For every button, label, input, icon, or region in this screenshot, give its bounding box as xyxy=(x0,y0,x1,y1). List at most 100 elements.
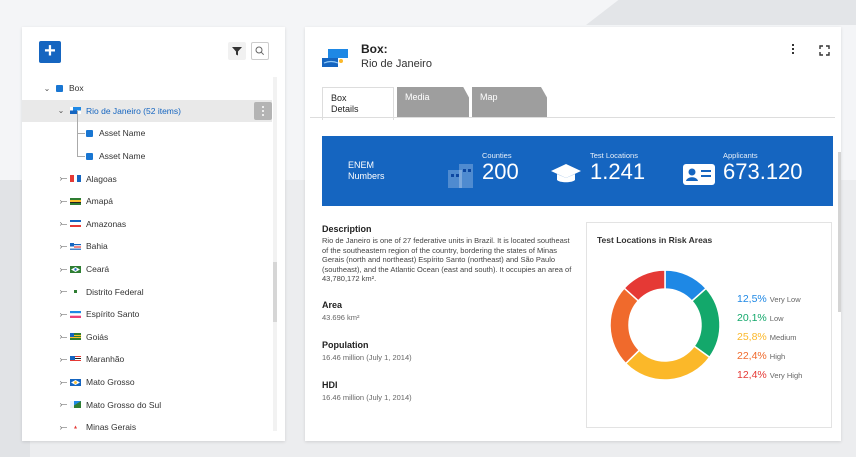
tree-connector xyxy=(62,404,67,406)
enem-heading: ENEM Numbers xyxy=(348,160,385,182)
rio-flag-icon xyxy=(322,49,348,67)
amapa-flag-icon xyxy=(70,197,81,205)
stat-value: 200 xyxy=(482,159,519,184)
tree-item-selected[interactable]: ⌄ Rio de Janeiro (52 items) xyxy=(22,99,272,123)
tree-item[interactable]: Asset Name xyxy=(22,111,272,145)
area-heading: Area xyxy=(322,300,343,310)
tree-item-label: Mato Grosso xyxy=(86,377,135,388)
tree-connector xyxy=(77,133,85,135)
stat-label: Counties xyxy=(482,151,512,160)
description-heading: Description xyxy=(322,224,372,234)
tab-media[interactable]: Media xyxy=(397,87,469,117)
tree-item[interactable]: › Distrito Federal xyxy=(22,280,272,303)
tree-connector xyxy=(77,155,85,157)
tree-connector xyxy=(62,313,67,315)
background-corner xyxy=(586,0,856,25)
chevron-down-icon[interactable]: ⌄ xyxy=(42,84,52,93)
legend-label: Very Low xyxy=(769,295,801,304)
tree-item[interactable]: › Mato Grosso xyxy=(22,371,272,394)
tree-panel: + ⌄ Box ⌄ Rio de Janeiro (52 items) Asset Na… xyxy=(22,27,285,441)
tree-item[interactable]: › Goiás xyxy=(22,326,272,349)
maranhao-flag-icon xyxy=(70,355,81,363)
tree-connector xyxy=(62,359,67,361)
tree-item-label: Espírito Santo xyxy=(86,309,140,320)
legend-item: 12,4% Very High xyxy=(737,369,802,381)
tree-connector xyxy=(62,336,67,338)
tree-item-label: Asset Name xyxy=(99,151,146,162)
tree-item[interactable]: › Maranhão xyxy=(22,348,272,371)
filter-icon xyxy=(232,47,242,56)
tree-item[interactable]: › Amapá xyxy=(22,190,272,213)
tree-item-label: Amapá xyxy=(86,196,113,207)
add-button[interactable]: + xyxy=(39,41,61,63)
tree-item[interactable]: › Espírito Santo xyxy=(22,303,272,326)
tree-item-label: Goiás xyxy=(86,331,109,342)
box-icon xyxy=(86,152,93,160)
tree-item-label: Rio de Janeiro (52 items) xyxy=(86,105,181,116)
box-icon xyxy=(56,84,63,92)
tree-item[interactable]: › Alagoas xyxy=(22,167,272,190)
description-text: Rio de Janeiro is one of 27 federative u… xyxy=(322,236,572,283)
stat-value: 1.241 xyxy=(590,159,646,184)
es-flag-icon xyxy=(70,310,81,318)
legend-item: 22,4% High xyxy=(737,350,785,362)
mt-flag-icon xyxy=(70,378,81,386)
amazonas-flag-icon xyxy=(70,220,81,228)
tree-item-label: Mato Grosso do Sul xyxy=(86,399,162,410)
detail-panel: Box: Rio de Janeiro Box Details Media Map … xyxy=(305,27,841,441)
tree-item[interactable]: Asset Name xyxy=(22,133,272,168)
fullscreen-icon[interactable] xyxy=(819,45,830,56)
legend-label: Very High xyxy=(769,371,803,380)
tree-connector xyxy=(62,223,67,225)
tree-item[interactable]: › Amazonas xyxy=(22,213,272,236)
enem-heading-text: ENEM Numbers xyxy=(348,160,385,181)
goias-flag-icon xyxy=(70,333,81,341)
tree-item-label: Distrito Federal xyxy=(86,286,144,297)
tree-item[interactable]: › Bahia xyxy=(22,235,272,258)
tree-item[interactable]: ⌄ Box xyxy=(22,77,272,100)
tree-connector xyxy=(77,111,78,134)
area-value: 43.696 km² xyxy=(322,313,360,322)
tree-connector xyxy=(77,133,78,156)
tree-scrollbar[interactable] xyxy=(273,77,277,431)
tree-item[interactable]: › Minas Gerais xyxy=(22,416,272,439)
legend-label: Medium xyxy=(769,333,797,342)
tree-list: ⌄ Box ⌄ Rio de Janeiro (52 items) Asset Name… xyxy=(22,77,272,439)
chevron-down-icon[interactable]: ⌄ xyxy=(56,106,66,115)
tab-box-details[interactable]: Box Details xyxy=(322,87,394,120)
graduation-cap-icon xyxy=(551,164,581,183)
tree-item[interactable]: › Ceará xyxy=(22,258,272,281)
mg-flag-icon xyxy=(70,423,81,431)
df-flag-icon xyxy=(70,288,81,296)
population-heading: Population xyxy=(322,340,369,350)
item-menu-button[interactable] xyxy=(254,101,272,120)
legend-percent: 25,8% xyxy=(737,331,767,343)
stat-counties: Counties 200 xyxy=(482,151,519,184)
filter-button[interactable] xyxy=(228,42,246,60)
legend-percent: 22,4% xyxy=(737,350,767,362)
tree-item-label: Bahia xyxy=(86,241,108,252)
more-menu-button[interactable] xyxy=(790,44,796,58)
tab-map[interactable]: Map xyxy=(472,87,547,117)
donut-slice-high xyxy=(609,287,641,365)
population-value: 16.46 million (July 1, 2014) xyxy=(322,353,412,362)
tree-connector xyxy=(62,178,67,180)
enem-band: ENEM Numbers Counties 200 Test Locations… xyxy=(322,136,833,206)
tree-item[interactable]: › Mato Grosso do Sul xyxy=(22,393,272,416)
search-button[interactable] xyxy=(251,42,269,60)
legend-percent: 12,4% xyxy=(737,369,767,381)
legend-label: Low xyxy=(769,314,784,323)
tree-item-label: Maranhão xyxy=(86,354,125,365)
tree-item-label: Asset Name xyxy=(99,128,146,139)
legend-percent: 12,5% xyxy=(737,293,767,305)
rio-flag-icon xyxy=(70,107,81,115)
content-scrollbar[interactable] xyxy=(838,152,841,312)
buildings-icon xyxy=(448,164,473,188)
hdi-value: 16.46 million (July 1, 2014) xyxy=(322,393,412,402)
tree-connector xyxy=(62,426,67,428)
stat-label: Test Locations xyxy=(590,151,638,160)
risk-title: Test Locations in Risk Areas xyxy=(597,235,713,245)
risk-donut-chart xyxy=(609,269,721,381)
tree-item-label: Amazonas xyxy=(86,218,127,229)
tree-scrollbar-thumb[interactable] xyxy=(273,262,277,322)
